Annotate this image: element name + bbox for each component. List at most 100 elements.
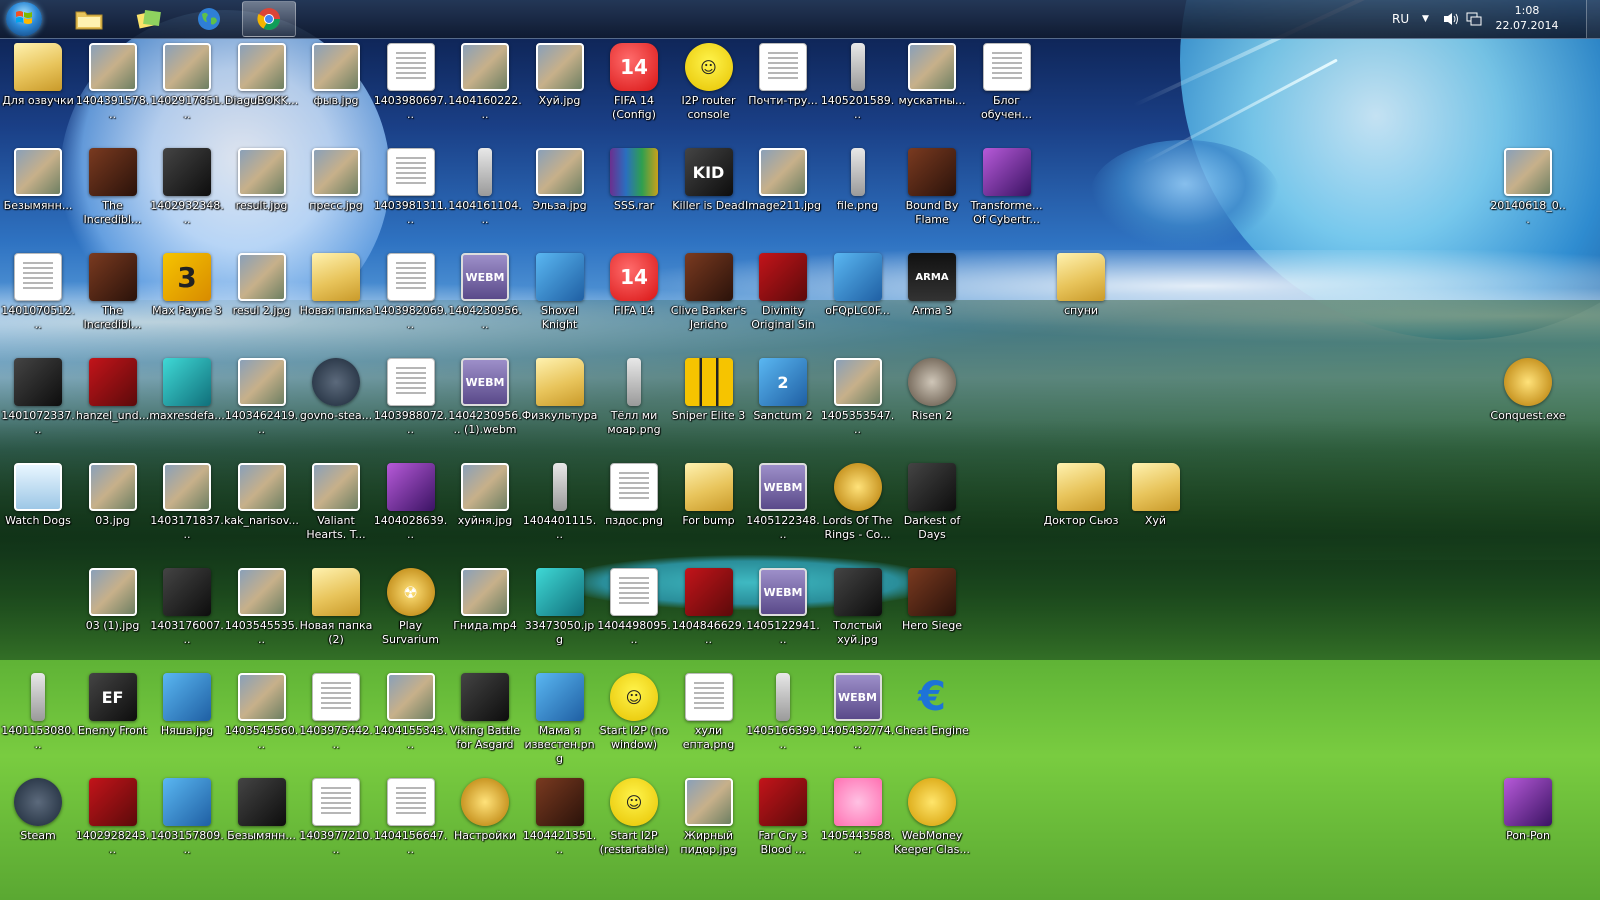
desktop-icon[interactable]: Lords Of The Rings - Co...	[821, 458, 895, 542]
system-clock[interactable]: 1:08 22.07.2014	[1488, 3, 1566, 35]
desktop-icon[interactable]: 20140618_0...	[1490, 143, 1566, 227]
desktop-icon[interactable]: 1404391578...	[76, 38, 150, 122]
desktop-icon[interactable]: Clive Barker's Jericho	[671, 248, 746, 332]
desktop-icon[interactable]: Viking Battle for Asgard	[448, 668, 522, 752]
desktop-icon[interactable]: DiaguBOKK...	[225, 38, 299, 108]
desktop-icon[interactable]: For bump	[672, 458, 746, 528]
desktop-icon[interactable]: Risen 2	[895, 353, 969, 423]
desktop-icon[interactable]: ☺ I2P router console	[672, 38, 746, 122]
desktop-icon[interactable]: Watch Dogs	[1, 458, 75, 528]
desktop-icon[interactable]: Pon-Pon	[1491, 773, 1565, 843]
language-indicator[interactable]: RU	[1392, 0, 1409, 38]
desktop-icon[interactable]: 1403462419...	[225, 353, 299, 437]
desktop-icon[interactable]: file.png	[821, 143, 895, 213]
desktop-icon[interactable]: Толстый хуй.jpg	[821, 563, 895, 647]
desktop-icon[interactable]: Divinity Original Sin	[746, 248, 820, 332]
desktop-icon[interactable]: govno-stea...	[299, 353, 373, 423]
desktop-icon[interactable]: 1404846629...	[672, 563, 746, 647]
network-button[interactable]	[1466, 0, 1482, 38]
desktop-icon[interactable]: спуни	[1044, 248, 1118, 318]
desktop-icon[interactable]: 14 FIFA 14 (Config)	[597, 38, 671, 122]
desktop-icon[interactable]: хули епта.png	[672, 668, 746, 752]
desktop-icon[interactable]: Valiant Hearts. T...	[299, 458, 373, 542]
show-desktop-button[interactable]	[1586, 0, 1600, 38]
desktop-icon[interactable]: Жирный пидор.jpg	[672, 773, 746, 857]
desktop-icon[interactable]: resul 2.jpg	[225, 248, 299, 318]
desktop-icon[interactable]: 1401153080...	[1, 668, 75, 752]
desktop-icon[interactable]: 1403988072...	[374, 353, 448, 437]
desktop-icon[interactable]: ☺ Start I2P (restartable)	[597, 773, 671, 857]
start-button[interactable]	[6, 2, 42, 36]
desktop-icon[interactable]: oFQpLC0F...	[821, 248, 895, 318]
desktop-icon[interactable]: 1405166399...	[746, 668, 820, 752]
desktop-icon[interactable]: хуйня.jpg	[448, 458, 522, 528]
desktop-icon[interactable]: ARMA Arma 3	[895, 248, 969, 318]
desktop-icon[interactable]: Far Cry 3 Blood ...	[746, 773, 820, 857]
desktop-icon[interactable]: 1403982069...	[374, 248, 448, 332]
desktop-icon[interactable]: Darkest of Days	[895, 458, 969, 542]
desktop-icon[interactable]: 2 Sanctum 2	[746, 353, 820, 423]
desktop-icon[interactable]: 03 (1).jpg	[76, 563, 150, 633]
desktop-icon[interactable]: Эльза.jpg	[523, 143, 597, 213]
desktop-icon[interactable]: WEBM 1404230956... (1).webm	[448, 353, 522, 437]
desktop-icon[interactable]: The Incredibl...	[76, 248, 150, 332]
desktop-icon[interactable]: Настройки	[448, 773, 522, 843]
desktop-icon[interactable]: WebMoney Keeper Clas...	[894, 773, 970, 857]
desktop-icon[interactable]: Почти-тру...	[746, 38, 820, 108]
desktop-icon[interactable]: Новая папка	[299, 248, 373, 318]
desktop-icon[interactable]: Transforme... Of Cybertr...	[970, 143, 1044, 227]
desktop-icon[interactable]: 1403980697...	[374, 38, 448, 122]
desktop-icon[interactable]: 1404028639...	[374, 458, 448, 542]
desktop-icon[interactable]: Новая папка (2)	[299, 563, 373, 647]
desktop-icon[interactable]: WEBM 1404230956...	[448, 248, 522, 332]
chrome-button[interactable]	[242, 1, 296, 37]
desktop-icon[interactable]: Image211.jpg	[745, 143, 821, 213]
desktop-icon[interactable]: пздос.png	[597, 458, 671, 528]
desktop-icon[interactable]: Безымянн...	[1, 143, 75, 213]
browser-button[interactable]	[182, 1, 236, 37]
desktop-icon[interactable]: 1403171837...	[150, 458, 224, 542]
desktop-icon[interactable]: Няша.jpg	[150, 668, 224, 738]
desktop-icon[interactable]: 1404401115...	[523, 458, 597, 542]
desktop-icon[interactable]: Hero Siege	[895, 563, 969, 633]
explorer-button[interactable]	[62, 1, 116, 37]
volume-button[interactable]	[1442, 0, 1460, 38]
desktop-icon[interactable]: 1404161104...	[448, 143, 522, 227]
desktop-icon[interactable]: 1404155343...	[374, 668, 448, 752]
desktop-icon[interactable]: 1404156647...	[374, 773, 448, 857]
desktop-icon[interactable]: kak_narisov...	[224, 458, 299, 528]
desktop-icon[interactable]: EF Enemy Front	[76, 668, 150, 738]
desktop-icon[interactable]: 1402932348...	[150, 143, 224, 227]
desktop-icon[interactable]: € Cheat Engine	[895, 668, 969, 738]
desktop-icon[interactable]: Steam	[1, 773, 75, 843]
desktop-icon[interactable]: 1403977210...	[299, 773, 373, 857]
desktop-icon[interactable]: WEBM 1405122941...	[746, 563, 820, 647]
desktop-icon[interactable]: Мама я известен.png	[523, 668, 597, 766]
desktop-icon[interactable]: WEBM 1405122348...	[746, 458, 820, 542]
desktop-icon[interactable]: Bound By Flame	[895, 143, 969, 227]
desktop-icon[interactable]: Хуй	[1119, 458, 1193, 528]
desktop-icon[interactable]: мускатны...	[895, 38, 969, 108]
desktop-icon[interactable]: Доктор Сьюз	[1044, 458, 1118, 528]
desktop-icon[interactable]: Безымянн...	[225, 773, 299, 843]
desktop-icon[interactable]: maxresdefa...	[149, 353, 225, 423]
desktop-icon[interactable]: Блог обучен...	[970, 38, 1044, 122]
tray-expand[interactable]: ▼	[1422, 0, 1429, 38]
desktop-icon[interactable]: Тёлл ми моар.png	[597, 353, 671, 437]
desktop-icon[interactable]: hanzel_und...	[76, 353, 150, 423]
desktop-icon[interactable]: 1405443588...	[821, 773, 895, 857]
desktop-icon[interactable]: 03.jpg	[76, 458, 150, 528]
desktop-icon[interactable]: Гнида.mp4	[448, 563, 522, 633]
desktop-icon[interactable]: 1403981311...	[374, 143, 448, 227]
desktop-icon[interactable]: 1405353547...	[821, 353, 895, 437]
desktop-icon[interactable]: 1404160222...	[448, 38, 522, 122]
desktop-icon[interactable]: 1403157809...	[150, 773, 224, 857]
desktop-icon[interactable]: KID Killer is Dead	[672, 143, 746, 213]
desktop-icon[interactable]: 1403545535...	[225, 563, 299, 647]
desktop-icon[interactable]: фыв.jpg	[299, 38, 373, 108]
desktop-icon[interactable]: 1404421351...	[523, 773, 597, 857]
desktop-icon[interactable]: 33473050.jpg	[523, 563, 597, 647]
desktop-icon[interactable]: The Incredibl...	[76, 143, 150, 227]
desktop-icon[interactable]: Conquest.exe	[1490, 353, 1566, 423]
desktop-icon[interactable]: 1405201589...	[821, 38, 895, 122]
